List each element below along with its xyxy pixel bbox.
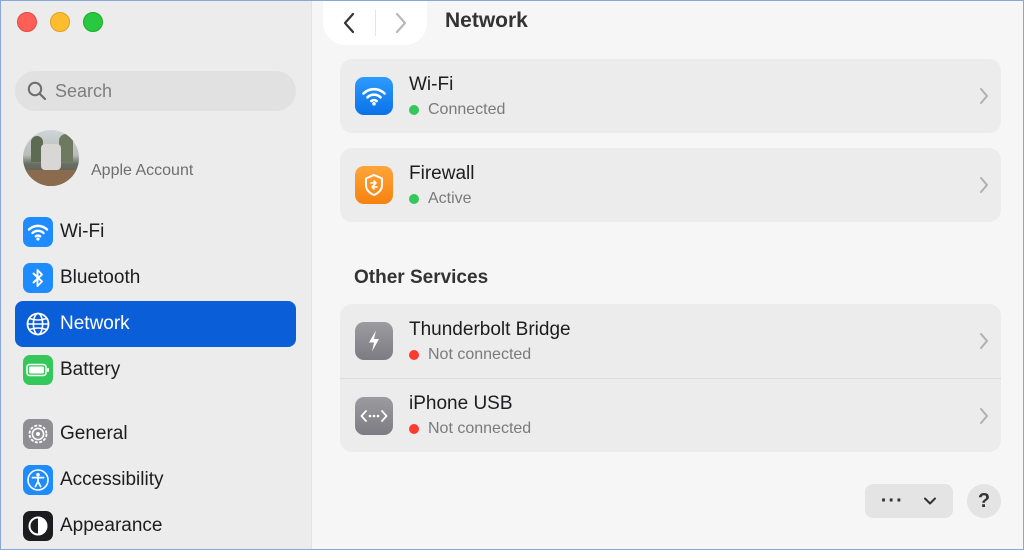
service-row-thunderbolt-bridge[interactable]: Thunderbolt Bridge Not connected — [340, 304, 1001, 378]
chevron-right-icon — [980, 177, 988, 193]
thunderbolt-icon — [355, 322, 393, 360]
accessibility-icon — [23, 465, 53, 495]
window-controls — [17, 12, 103, 32]
action-menu-button[interactable]: ··· — [865, 484, 953, 518]
page-title: Network — [445, 9, 528, 32]
service-title: Wi-Fi — [409, 73, 454, 95]
chevron-right-icon — [980, 333, 988, 349]
other-services-heading: Other Services — [354, 267, 489, 288]
settings-window: Apple Account Wi-Fi — [0, 0, 1024, 550]
globe-icon — [23, 309, 53, 339]
sidebar-item-battery[interactable]: Battery — [15, 347, 296, 393]
status-text: Active — [428, 189, 472, 207]
service-title: Firewall — [409, 162, 475, 184]
firewall-icon — [355, 166, 393, 204]
wifi-icon — [23, 217, 53, 247]
service-status: Not connected — [409, 346, 571, 364]
history-nav — [323, 1, 427, 45]
status-text: Not connected — [428, 420, 532, 437]
service-row-iphone-usb[interactable]: iPhone USB Not connected — [340, 378, 1001, 452]
battery-icon — [23, 355, 53, 385]
service-row-firewall[interactable]: Firewall Active — [340, 148, 1001, 222]
account-label: Apple Account — [91, 162, 194, 179]
chevron-right-icon — [396, 12, 407, 34]
apple-account-item[interactable]: Apple Account — [23, 129, 296, 187]
status-dot-icon — [409, 349, 419, 360]
service-row-wifi[interactable]: Wi-Fi Connected — [340, 59, 1001, 133]
service-status: Active — [409, 190, 474, 208]
zoom-window-button[interactable] — [83, 12, 103, 32]
sidebar-item-label: Accessibility — [60, 469, 164, 490]
service-status: Not connected — [409, 420, 531, 438]
main-pane: Network Wi-Fi Connected Firewall Active … — [313, 1, 1023, 549]
sidebar-item-label: General — [60, 423, 128, 444]
avatar — [23, 130, 79, 186]
other-services-card: Thunderbolt Bridge Not connected iPhone … — [340, 304, 1001, 452]
appearance-icon — [23, 511, 53, 541]
sidebar-item-appearance[interactable]: Appearance — [15, 503, 296, 549]
sidebar-item-label: Battery — [60, 359, 121, 380]
sidebar-item-accessibility[interactable]: Accessibility — [15, 457, 296, 503]
search-field[interactable] — [15, 71, 296, 111]
sidebar-nav: Wi-Fi Bluetooth Network Battery General … — [15, 209, 296, 549]
sidebar-item-network[interactable]: Network — [15, 301, 296, 347]
bluetooth-icon — [23, 263, 53, 293]
gear-icon — [23, 419, 53, 449]
chevron-down-icon — [924, 497, 937, 505]
sidebar-item-bluetooth[interactable]: Bluetooth — [15, 255, 296, 301]
service-status: Connected — [409, 101, 505, 119]
sidebar: Apple Account Wi-Fi — [1, 1, 312, 549]
status-dot-icon — [409, 424, 419, 434]
sidebar-item-label: Appearance — [60, 515, 163, 536]
usb-icon — [355, 396, 393, 435]
firewall-service-card[interactable]: Firewall Active — [340, 148, 1001, 222]
close-window-button[interactable] — [17, 12, 37, 32]
back-button[interactable] — [323, 1, 375, 45]
sidebar-item-label: Network — [60, 313, 130, 334]
search-input[interactable] — [55, 80, 285, 102]
chevron-left-icon — [343, 12, 354, 34]
status-dot-icon — [409, 193, 419, 204]
chevron-right-icon — [980, 408, 988, 424]
forward-button[interactable] — [375, 1, 427, 45]
status-text: Connected — [428, 100, 506, 118]
sidebar-item-label: Wi-Fi — [60, 221, 105, 242]
wifi-service-card[interactable]: Wi-Fi Connected — [340, 59, 1001, 133]
service-title: iPhone USB — [409, 393, 513, 414]
search-icon — [27, 81, 47, 101]
more-icon: ··· — [880, 489, 904, 512]
sidebar-item-wifi[interactable]: Wi-Fi — [15, 209, 296, 255]
sidebar-item-label: Bluetooth — [60, 267, 141, 288]
sidebar-item-general[interactable]: General — [15, 411, 296, 457]
service-title: Thunderbolt Bridge — [409, 318, 571, 340]
status-text: Not connected — [428, 345, 532, 363]
wifi-icon — [355, 77, 393, 115]
minimize-window-button[interactable] — [50, 12, 70, 32]
help-button[interactable]: ? — [967, 484, 1001, 518]
chevron-right-icon — [980, 88, 988, 104]
status-dot-icon — [409, 104, 419, 115]
